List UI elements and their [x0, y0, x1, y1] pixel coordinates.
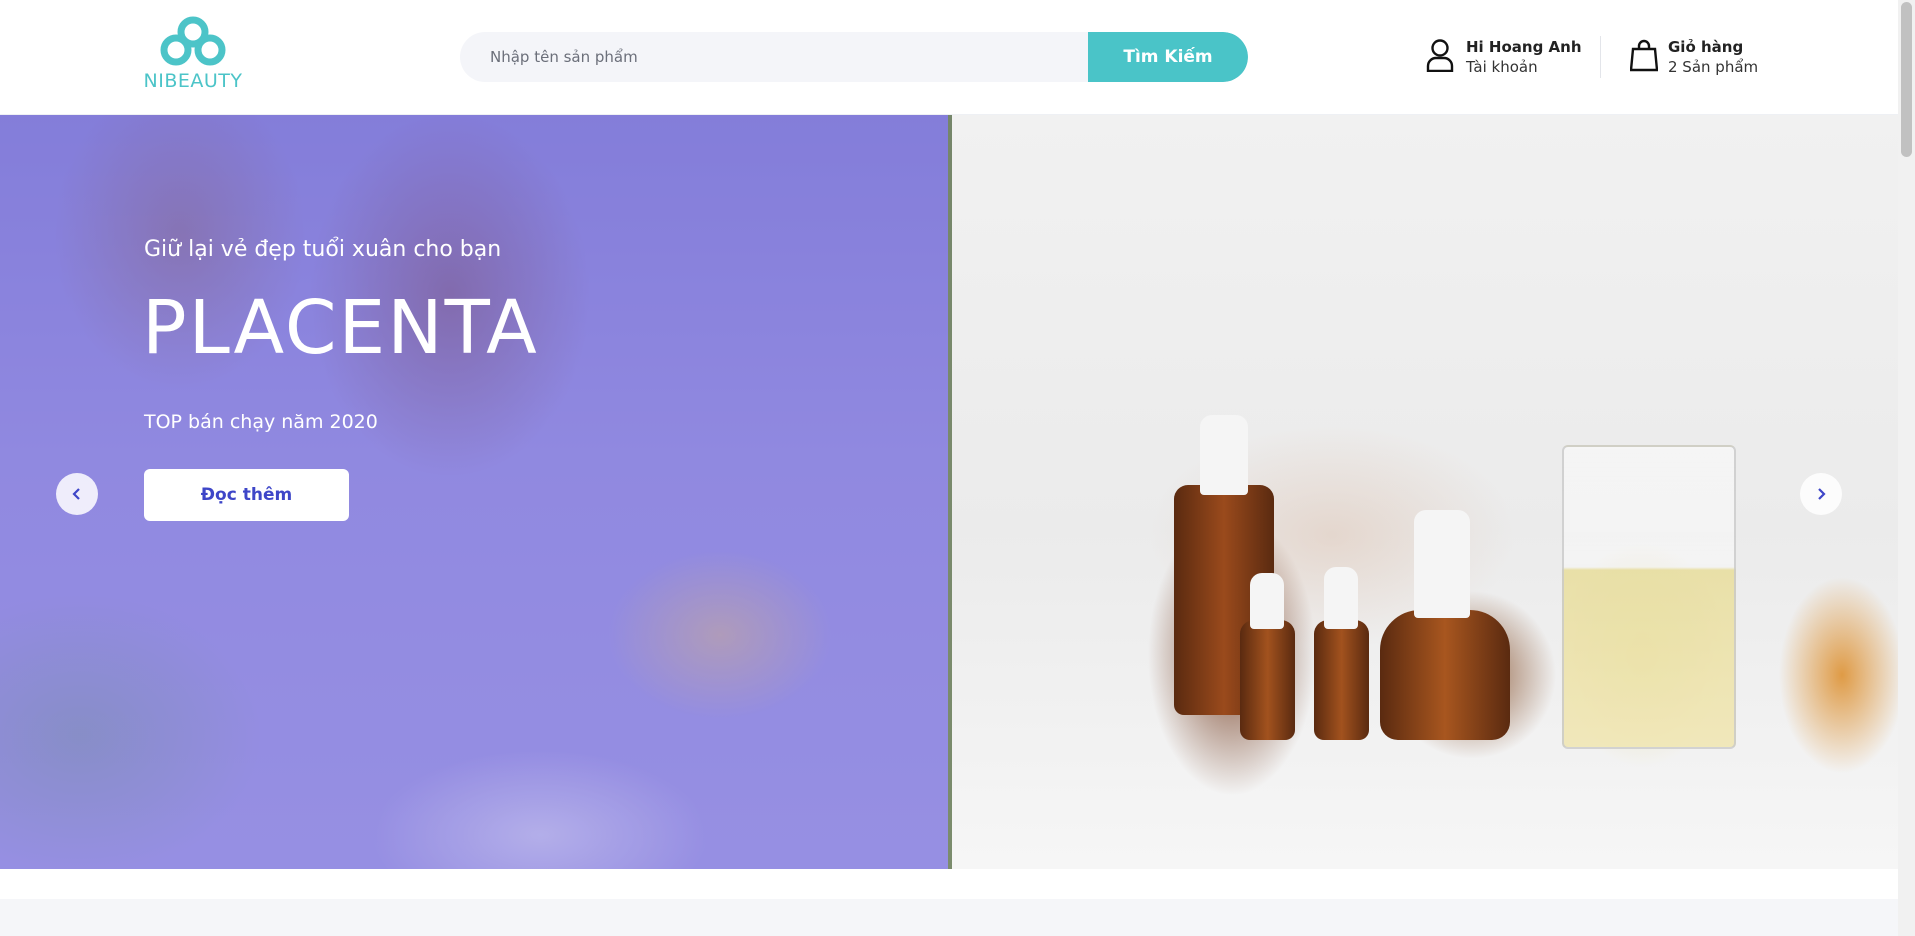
slide-overlay — [0, 115, 952, 869]
account-label: Tài khoản — [1466, 58, 1538, 76]
amber-bottle-small — [1240, 620, 1295, 740]
carousel-next-button[interactable] — [1800, 473, 1842, 515]
carousel-prev-button[interactable] — [56, 473, 98, 515]
hero-carousel: Giữ lại vẻ đẹp tuổi xuân cho bạn PLACENT… — [0, 115, 1898, 869]
brand-logo[interactable]: NIBEAUTY — [143, 16, 243, 96]
bottle-cap — [1200, 415, 1248, 495]
hero-subtitle: Giữ lại vẻ đẹp tuổi xuân cho bạn — [144, 237, 502, 262]
page-scrollbar[interactable] — [1898, 0, 1915, 936]
bottle-cap — [1414, 510, 1470, 618]
cart-link[interactable]: Giỏ hàng 2 Sản phẩm — [1630, 36, 1780, 82]
chevron-left-icon — [72, 488, 80, 500]
hero-title: PLACENTA — [142, 285, 539, 371]
header-divider — [1600, 36, 1601, 78]
bottle-cap — [1250, 573, 1284, 629]
hero-tagline: TOP bán chạy năm 2020 — [144, 411, 378, 433]
search-button[interactable]: Tìm Kiếm — [1088, 32, 1248, 82]
bottle-cap — [1324, 567, 1358, 629]
glass-beaker — [1562, 445, 1736, 749]
read-more-button[interactable]: Đọc thêm — [144, 469, 349, 521]
account-greeting: Hi Hoang Anh — [1466, 38, 1582, 56]
search-bar: Tìm Kiếm — [460, 32, 1248, 82]
cart-title: Giỏ hàng — [1668, 38, 1744, 56]
search-input[interactable] — [460, 32, 1115, 82]
amber-bottle-small — [1314, 620, 1369, 740]
amber-bottle-round — [1380, 610, 1510, 740]
cloud-logo-icon — [160, 16, 226, 66]
slide-image-herbal — [0, 115, 952, 869]
shopping-bag-icon — [1630, 39, 1658, 72]
next-section — [0, 899, 1898, 936]
brand-name: NIBEAUTY — [143, 70, 243, 92]
user-icon — [1426, 39, 1454, 72]
scrollbar-thumb[interactable] — [1901, 2, 1912, 157]
chevron-right-icon — [1818, 488, 1826, 500]
slide-image-lab-bottles — [952, 115, 1898, 869]
account-link[interactable]: Hi Hoang Anh Tài khoản — [1426, 36, 1596, 82]
site-header: NIBEAUTY Tìm Kiếm Hi Hoang Anh Tài khoản… — [0, 0, 1898, 115]
cart-count: 2 Sản phẩm — [1668, 58, 1759, 76]
